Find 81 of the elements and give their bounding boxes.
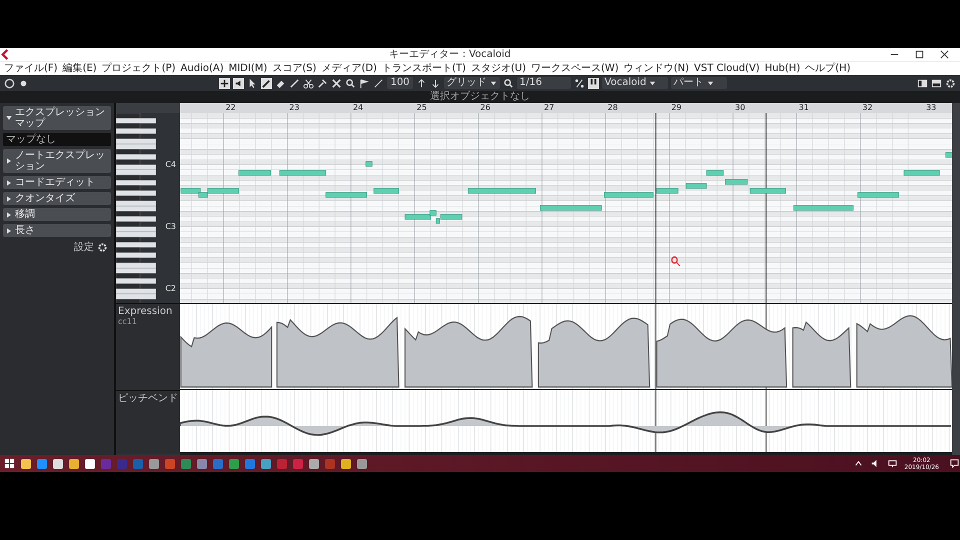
inspector-section-header[interactable]: クオンタイズ [3, 192, 111, 205]
inspector-section-header[interactable]: ノートエクスプレッション [3, 149, 111, 173]
caret-icon [649, 80, 656, 86]
inspector-section-header[interactable]: エクスプレッションマップ [3, 106, 111, 130]
bar-number: 24 [352, 103, 364, 113]
line-icon[interactable] [373, 78, 384, 88]
app-logo-icon [0, 49, 11, 60]
menu-item[interactable]: メディア(D) [321, 62, 377, 75]
panel-bottom-icon[interactable] [931, 78, 942, 88]
inspector-section-header[interactable]: コードエディット [3, 176, 111, 189]
start-icon[interactable] [4, 458, 15, 469]
settings-icon[interactable] [97, 242, 108, 252]
menu-item[interactable]: ウィンドウ(N) [624, 62, 689, 75]
key-label: C2 [165, 285, 176, 293]
bar-number: 26 [479, 103, 490, 113]
menu-item[interactable]: ファイル(F) [4, 62, 58, 75]
network-icon[interactable] [887, 458, 898, 469]
lane-label: Expression [118, 306, 174, 317]
bar-number: 33 [925, 103, 936, 113]
menu-item[interactable]: MIDI(M) [228, 62, 268, 75]
snap-mode-dropdown[interactable]: グリッド [444, 77, 500, 89]
status-text: 選択オブジェクトなし [430, 91, 530, 103]
pencil-icon[interactable] [261, 78, 272, 88]
speaker-icon[interactable] [233, 78, 244, 88]
power-icon[interactable] [4, 78, 15, 88]
inspector-section-header[interactable]: 長さ [3, 224, 111, 237]
bar-number: 27 [542, 103, 554, 113]
up-arrow-icon[interactable] [416, 78, 427, 88]
bar-number: 29 [670, 103, 682, 113]
caret-icon [490, 80, 497, 86]
menu-item[interactable]: ヘルプ(H) [805, 62, 851, 75]
bar-number: 30 [734, 103, 746, 113]
close-icon[interactable] [939, 49, 950, 60]
menu-item[interactable]: スコア(S) [272, 62, 316, 75]
settings-label: 設定 [74, 240, 94, 254]
display-dropdown[interactable]: パート [670, 77, 727, 89]
menu-item[interactable]: 編集(E) [62, 62, 97, 75]
bar-number: 23 [288, 103, 300, 113]
search-icon[interactable] [345, 78, 356, 88]
menu-item[interactable]: VST Cloud(V) [694, 62, 760, 75]
lane-sublabel: cc11 [118, 317, 138, 326]
notification-icon[interactable] [949, 458, 960, 469]
controller-lane[interactable] [180, 303, 952, 389]
search-icon[interactable] [502, 78, 514, 88]
bar-number: 31 [798, 103, 809, 113]
lane-label: ピッチベンド [118, 393, 178, 404]
piano-icon[interactable] [588, 78, 599, 88]
bar-ruler[interactable]: 22 23 24 25 26 27 28 29 30 31 32 33 [180, 103, 952, 113]
line-icon[interactable] [289, 78, 300, 88]
key-label: C4 [165, 161, 176, 169]
map-field[interactable]: マップなし [3, 133, 111, 146]
flag-icon[interactable] [359, 78, 370, 88]
percent-icon[interactable] [574, 78, 585, 88]
window-title: キーエディター : Vocaloid [389, 48, 511, 61]
bar-number: 22 [224, 103, 236, 113]
menu-item[interactable]: スタジオ(U) [470, 62, 526, 75]
bar-number: 28 [606, 103, 618, 113]
down-arrow-icon[interactable] [430, 78, 441, 88]
move-icon[interactable] [219, 78, 230, 88]
maximize-icon[interactable] [914, 49, 925, 60]
note-block[interactable] [198, 192, 208, 198]
scrollbar[interactable] [952, 103, 960, 455]
inspector-section-header[interactable]: 移調 [3, 208, 111, 221]
settings-icon[interactable] [945, 78, 956, 88]
menu-item[interactable]: トランスポート(T) [382, 62, 466, 75]
velocity-field[interactable]: 100 [387, 77, 413, 89]
quantize-dropdown[interactable]: 1/16 [516, 77, 571, 89]
scissors-icon[interactable] [303, 78, 314, 88]
bar-number: 32 [861, 103, 873, 113]
mute-icon[interactable] [331, 78, 342, 88]
panel-left-icon[interactable] [917, 78, 928, 88]
menu-item[interactable]: プロジェクト(P) [102, 62, 176, 75]
menu-item[interactable]: Audio(A) [180, 62, 224, 75]
bar-number: 25 [416, 103, 427, 113]
caret-icon [706, 80, 714, 86]
key-label: C3 [165, 223, 176, 231]
controller-lane[interactable] [180, 389, 952, 452]
menu-item[interactable]: ワークスペース(W) [531, 62, 619, 75]
menu-item[interactable]: Hub(H) [764, 62, 800, 75]
piano-keyboard[interactable] [116, 113, 156, 303]
instrument-dropdown[interactable]: Vocaloid [602, 77, 668, 89]
